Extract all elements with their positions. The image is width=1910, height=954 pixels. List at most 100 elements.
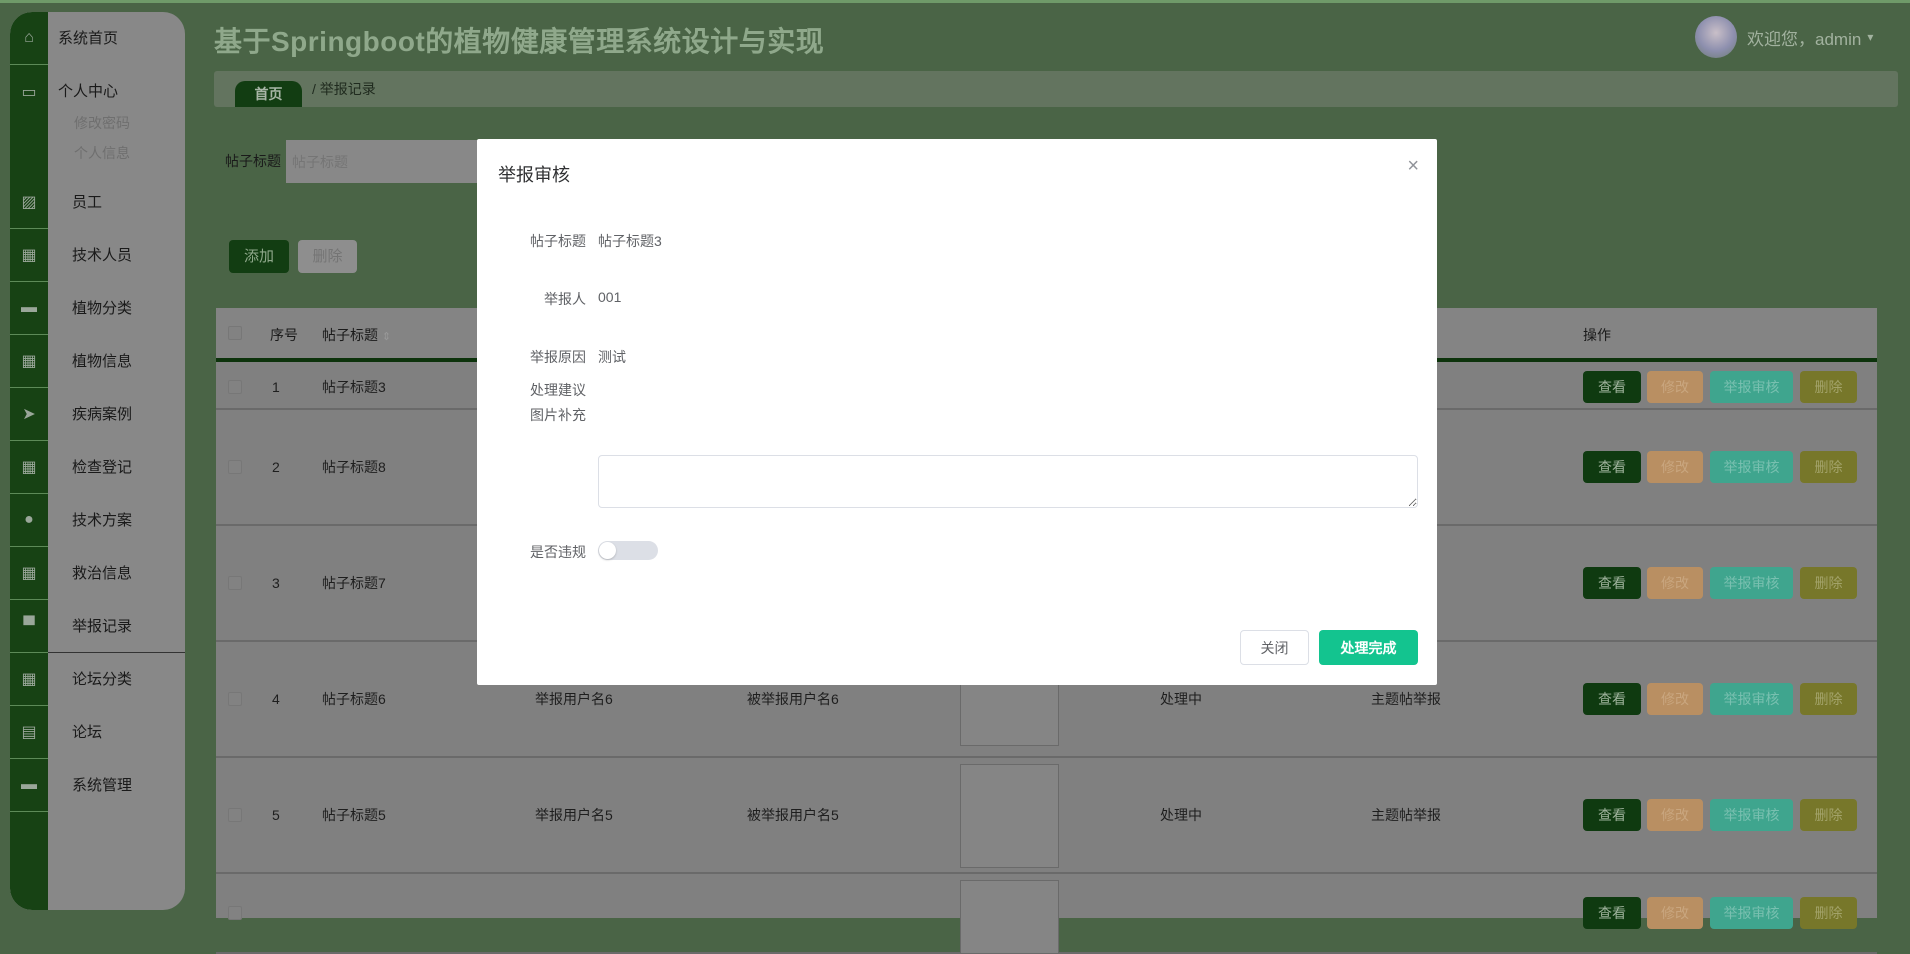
report-image [960,764,1059,868]
cell-index: 1 [272,379,280,395]
top-edge [0,0,1910,3]
app-title: 基于Springboot的植物健康管理系统设计与实现 [214,26,825,57]
field-label: 举报人 [544,291,586,307]
cell-index: 3 [272,575,280,591]
action-view-button[interactable]: 查看 [1583,799,1641,831]
action-view-button[interactable]: 查看 [1583,371,1641,403]
cell-type: 主题帖举报 [1371,691,1441,707]
sidebar-item[interactable]: ▤ 论坛 [10,706,185,759]
row-checkbox[interactable] [228,460,242,474]
sidebar-sub-profile[interactable]: 个人信息 [74,143,130,163]
action-edit-button[interactable]: 修改 [1647,567,1703,599]
send-icon: ➤ [10,388,48,441]
field-value: 001 [598,289,622,305]
action-delete-button[interactable]: 删除 [1800,683,1857,715]
action-delete-button[interactable]: 删除 [1800,567,1857,599]
sidebar: ⌂ 系统首页 ▭ 个人中心 修改密码 个人信息 ▨ 员工 ▦ 技术人员 ▬ 植物… [10,12,185,910]
cell-index: 4 [272,691,280,707]
briefcase-icon: ▬ [10,759,48,812]
dialog-title: 举报审核 [498,165,570,185]
breadcrumb: 首页 / 举报记录 [214,71,1898,107]
action-review-button[interactable]: 举报审核 [1710,897,1793,929]
action-edit-button[interactable]: 修改 [1647,451,1703,483]
violation-label: 是否违规 [530,544,586,560]
user-menu[interactable]: 欢迎您，admin ▾ [1695,16,1873,58]
header-title[interactable]: 帖子标题 ⇕ [322,308,391,364]
sidebar-item[interactable]: ▦ 植物信息 [10,335,185,388]
row-checkbox[interactable] [228,576,242,590]
sidebar-item[interactable]: ▦ 救治信息 [10,547,185,600]
field-label: 帖子标题 [530,233,586,249]
sidebar-item[interactable]: ▬ 植物分类 [10,282,185,335]
sidebar-item-label: 植物分类 [72,300,133,317]
sidebar-item-label: 员工 [72,194,103,211]
row-checkbox[interactable] [228,692,242,706]
action-review-button[interactable]: 举报审核 [1710,567,1793,599]
clipboard-icon: ▤ [10,706,48,759]
row-checkbox[interactable] [228,380,242,394]
action-review-button[interactable]: 举报审核 [1710,799,1793,831]
row-checkbox[interactable] [228,808,242,822]
close-button[interactable]: 关闭 [1240,630,1309,665]
action-review-button[interactable]: 举报审核 [1710,683,1793,715]
violation-toggle[interactable] [598,541,658,560]
sidebar-item-home[interactable]: ⌂ 系统首页 [10,12,185,65]
suggestion-textarea[interactable] [598,455,1418,508]
sidebar-item[interactable]: ▦ 技术人员 [10,229,185,282]
sidebar-item-personal[interactable]: ▭ 个人中心 [10,65,185,118]
action-edit-button[interactable]: 修改 [1647,371,1703,403]
sidebar-item[interactable]: ▦ 检查登记 [10,441,185,494]
cell-title: 帖子标题7 [322,575,386,591]
action-view-button[interactable]: 查看 [1583,567,1641,599]
chart-icon: ▨ [10,176,48,229]
breadcrumb-home[interactable]: 首页 [235,81,302,107]
action-delete-button[interactable]: 删除 [1800,371,1857,403]
close-icon[interactable]: × [1407,155,1419,178]
sidebar-item-label: 技术方案 [72,512,133,529]
field-label: 举报原因 [530,349,586,365]
sidebar-item[interactable]: ▀ 举报记录 [10,600,185,653]
sidebar-item[interactable]: ▨ 员工 [10,176,185,229]
report-image [960,880,1059,954]
cell-title: 帖子标题5 [322,807,386,823]
field-value: 帖子标题3 [598,233,662,249]
header-actions: 操作 [1583,327,1611,343]
action-edit-button[interactable]: 修改 [1647,799,1703,831]
action-review-button[interactable]: 举报审核 [1710,451,1793,483]
delete-button[interactable]: 删除 [298,240,357,273]
action-view-button[interactable]: 查看 [1583,451,1641,483]
search-input[interactable] [286,140,478,183]
sidebar-item[interactable]: ➤ 疾病案例 [10,388,185,441]
cell-title: 帖子标题3 [322,379,386,395]
toggle-knob [599,542,616,559]
grid-icon: ▦ [10,547,48,600]
breadcrumb-current: / 举报记录 [312,81,376,97]
submit-button[interactable]: 处理完成 [1319,630,1418,665]
action-delete-button[interactable]: 删除 [1800,799,1857,831]
sidebar-sub-change-password[interactable]: 修改密码 [74,113,130,133]
sidebar-item-label: 举报记录 [72,618,133,635]
grid-icon: ▦ [10,441,48,494]
action-edit-button[interactable]: 修改 [1647,683,1703,715]
greeting: 欢迎您，admin [1747,29,1862,49]
sidebar-item-label: 检查登记 [72,459,133,476]
add-button[interactable]: 添加 [229,240,289,273]
avatar [1695,16,1737,58]
action-view-button[interactable]: 查看 [1583,897,1641,929]
header-title-label: 帖子标题 [322,327,378,343]
sidebar-item[interactable]: ● 技术方案 [10,494,185,547]
sidebar-item[interactable]: ▬ 系统管理 [10,759,185,812]
action-edit-button[interactable]: 修改 [1647,897,1703,929]
action-delete-button[interactable]: 删除 [1800,897,1857,929]
sidebar-item[interactable]: ▦ 论坛分类 [10,653,185,706]
action-review-button[interactable]: 举报审核 [1710,371,1793,403]
sort-icon[interactable]: ⇕ [382,331,391,343]
cell-reporter: 举报用户名6 [535,691,613,707]
select-all-checkbox[interactable] [228,326,242,340]
action-delete-button[interactable]: 删除 [1800,451,1857,483]
cell-reporter: 举报用户名5 [535,807,613,823]
sidebar-item-label: 论坛 [72,724,103,741]
action-view-button[interactable]: 查看 [1583,683,1641,715]
sidebar-item-label: 个人中心 [58,83,119,100]
sidebar-item-label: 植物信息 [72,353,133,370]
